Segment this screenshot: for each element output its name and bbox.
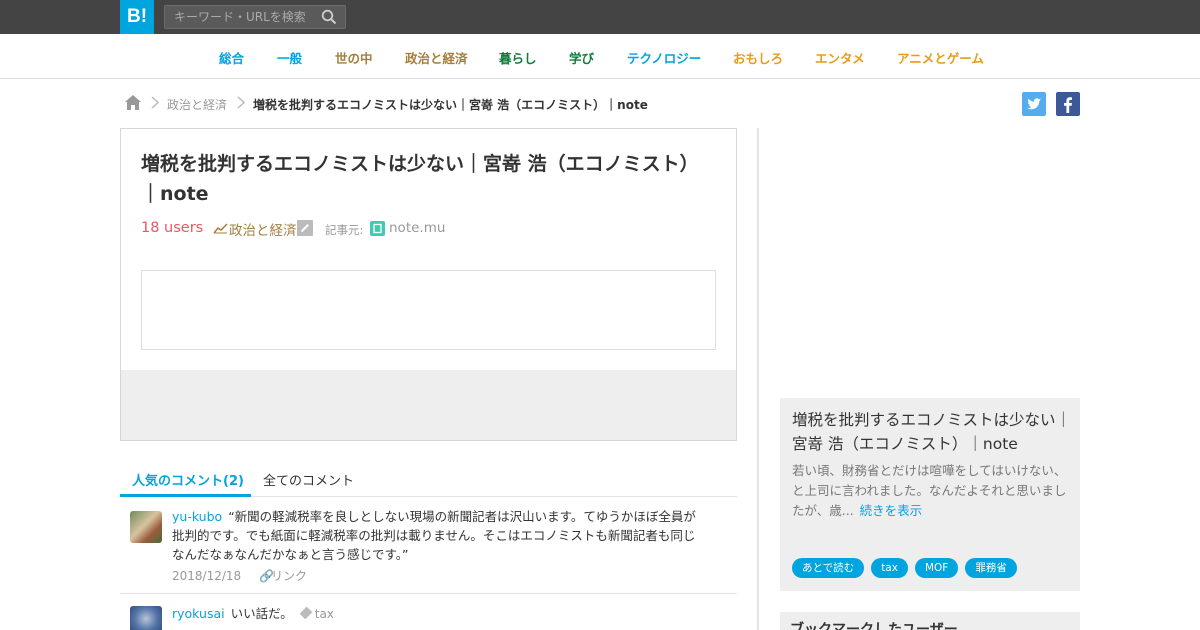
chevron-right-icon: [151, 96, 159, 109]
comment-item: ryokusai いい話だ。 tax: [120, 595, 737, 630]
comment-permalink[interactable]: リンク: [271, 569, 307, 583]
breadcrumb-category[interactable]: 政治と経済: [167, 96, 227, 113]
comment-username[interactable]: yu-kubo: [172, 509, 222, 524]
comment-tabs: 人気のコメント(2) 全てのコメント: [120, 460, 737, 497]
nav-item-it[interactable]: テクノロジー: [627, 48, 701, 67]
sidebar-summary: 若い頃、財務省とだけは喧嘩をしてはいけない、と上司に言われました。なんだよそれと…: [792, 461, 1072, 521]
twitter-share-button[interactable]: [1022, 92, 1046, 116]
tag-pill[interactable]: あとで読む: [792, 558, 865, 578]
edit-pencil-icon[interactable]: [297, 220, 313, 236]
twitter-icon: [1027, 98, 1041, 110]
chevron-right-icon: [237, 96, 245, 109]
source-label: 記事元:: [325, 223, 364, 237]
sidebar-entry-summary: 増税を批判するエコノミストは少ない｜宮嵜 浩（エコノミスト）｜note 若い頃、…: [780, 398, 1080, 591]
home-icon[interactable]: [124, 94, 142, 111]
tab-all-comments[interactable]: 全てのコメント: [263, 470, 354, 489]
comment-body: yu-kubo “新聞の軽減税率を良しとしない現場の新聞記者は沢山います。てゆうか…: [172, 507, 702, 564]
nav-item-fun[interactable]: おもしろ: [733, 48, 783, 67]
entry-preview-frame: [141, 270, 716, 350]
comment-tag-label: tax: [314, 607, 334, 621]
nav-item-general[interactable]: 総合: [219, 48, 244, 67]
breadcrumb-title: 増税を批判するエコノミストは少ない｜宮嵜 浩（エコノミスト）｜note: [253, 98, 648, 112]
avatar[interactable]: [130, 511, 162, 543]
comment-meta: 2018/12/18 🔗リンク: [172, 567, 307, 584]
entry-card: 増税を批判するエコノミストは少ない｜宮嵜 浩（エコノミスト）｜note 18 u…: [120, 128, 737, 441]
hatena-bookmark-logo[interactable]: B!: [120, 0, 154, 34]
note-favicon-icon: [370, 221, 385, 236]
nav-item-economics[interactable]: 政治と経済: [405, 48, 468, 67]
category-nav: 総合 一般 世の中 政治と経済 暮らし 学び テクノロジー おもしろ エンタメ …: [0, 34, 1200, 79]
comment-text: “新聞の軽減税率を良しとしない現場の新聞記者は沢山います。てゆうかほぼ全員が批判…: [172, 509, 696, 562]
nav-item-world[interactable]: 世の中: [335, 48, 373, 67]
tag-pill[interactable]: tax: [871, 558, 908, 578]
sidebar-title[interactable]: 増税を批判するエコノミストは少ない｜宮嵜 浩（エコノミスト）｜note: [792, 408, 1072, 456]
tag-pill[interactable]: MOF: [914, 558, 959, 578]
active-tab-indicator: [120, 494, 251, 497]
read-more-link[interactable]: 続きを表示: [860, 503, 923, 518]
sidebar-tag-list: あとで読む tax MOF 罪務省: [792, 558, 1017, 578]
facebook-icon: [1064, 97, 1072, 113]
nav-item-knowledge[interactable]: 学び: [569, 48, 594, 67]
comment-text: いい話だ。: [230, 606, 293, 621]
search-icon[interactable]: [321, 9, 337, 25]
comment-username[interactable]: ryokusai: [172, 606, 225, 621]
entry-footer: [121, 370, 736, 440]
entry-category-link[interactable]: 政治と経済: [229, 219, 297, 239]
source-domain-link[interactable]: note.mu: [389, 220, 445, 236]
facebook-share-button[interactable]: [1056, 92, 1080, 116]
bookmark-users-heading: ブックマークしたユーザー: [790, 622, 958, 630]
tag-icon: [299, 606, 313, 620]
avatar[interactable]: [130, 606, 162, 630]
sidebar-bookmark-users: ブックマークしたユーザー: [780, 612, 1080, 630]
chart-icon: [213, 223, 228, 234]
entry-title[interactable]: 増税を批判するエコノミストは少ない｜宮嵜 浩（エコノミスト）｜note: [141, 149, 711, 209]
nav-item-social[interactable]: 一般: [277, 48, 302, 67]
bookmark-users-count[interactable]: 18 users: [141, 220, 203, 236]
summary-text: 若い頃、財務省とだけは喧嘩をしてはいけない、と上司に言われました。なんだよそれと…: [792, 463, 1067, 518]
search-box: [164, 5, 346, 29]
nav-item-entertainment[interactable]: エンタメ: [815, 48, 865, 67]
tab-popular-comments[interactable]: 人気のコメント(2): [132, 470, 244, 489]
search-input[interactable]: [165, 6, 315, 28]
comment-tag[interactable]: tax: [299, 606, 334, 621]
link-icon: 🔗: [259, 569, 274, 583]
tag-pill[interactable]: 罪務省: [965, 558, 1017, 578]
nav-item-life[interactable]: 暮らし: [499, 48, 537, 67]
comment-item: yu-kubo “新聞の軽減税率を良しとしない現場の新聞記者は沢山います。てゆうか…: [120, 498, 737, 594]
top-bar: B!: [0, 0, 1200, 34]
comment-body: ryokusai いい話だ。 tax: [172, 604, 702, 624]
nav-item-game[interactable]: アニメとゲーム: [897, 48, 984, 67]
comment-date[interactable]: 2018/12/18: [172, 569, 241, 583]
column-divider: [757, 128, 759, 630]
